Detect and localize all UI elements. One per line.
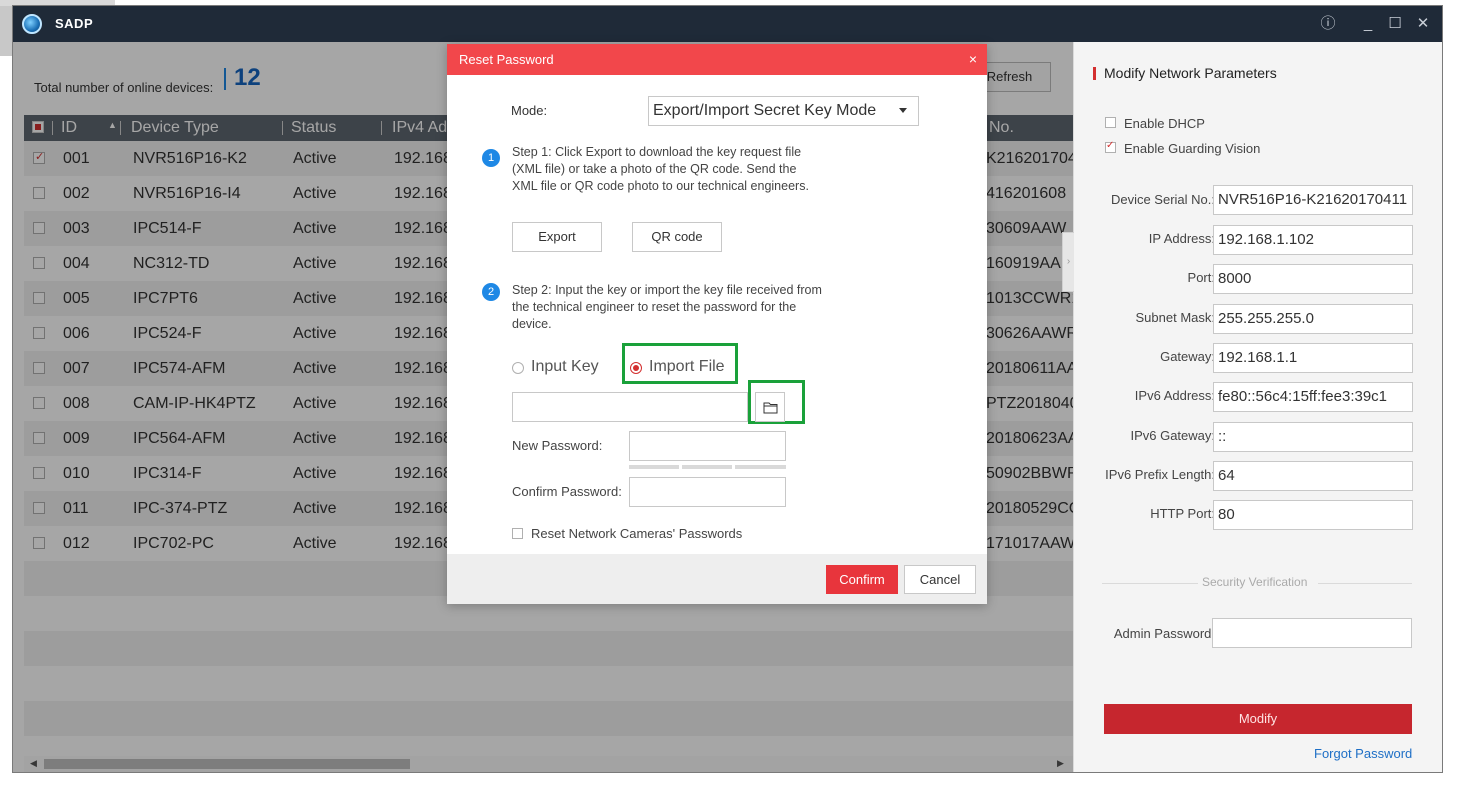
title-bar: SADP ⓘ _ ☐ ✕ xyxy=(13,6,1442,42)
password-strength-bar xyxy=(735,465,786,469)
field-label: IP Address: xyxy=(1148,231,1215,246)
dhcp-checkbox-box[interactable] xyxy=(1105,117,1116,128)
browse-file-button[interactable] xyxy=(755,392,785,422)
field-label: Gateway: xyxy=(1160,349,1215,364)
folder-icon xyxy=(763,402,778,414)
minimize-icon[interactable]: _ xyxy=(1358,14,1378,34)
guarding-vision-checkbox-box[interactable] xyxy=(1105,140,1116,153)
password-strength-bar xyxy=(682,465,732,469)
dialog-footer: Confirm Cancel xyxy=(447,554,987,604)
ip-address-field[interactable]: 192.168.1.102 xyxy=(1213,225,1413,255)
divider xyxy=(1102,583,1198,584)
admin-password-field[interactable] xyxy=(1212,618,1412,648)
info-icon[interactable]: ⓘ xyxy=(1318,14,1338,34)
http-port-field[interactable]: 80 xyxy=(1213,500,1413,530)
port-field[interactable]: 8000 xyxy=(1213,264,1413,294)
confirm-password-field[interactable] xyxy=(629,477,786,507)
enable-dhcp-label: Enable DHCP xyxy=(1124,116,1205,131)
gateway-field[interactable]: 192.168.1.1 xyxy=(1213,343,1413,373)
dialog-header: Reset Password × xyxy=(447,44,987,75)
desktop-fragment-left xyxy=(0,6,12,56)
reset-cameras-label: Reset Network Cameras' Passwords xyxy=(531,526,743,541)
confirm-password-label: Confirm Password: xyxy=(512,484,622,499)
field-label: IPv6 Gateway: xyxy=(1130,428,1215,443)
title-marker xyxy=(1093,67,1096,80)
new-password-field[interactable] xyxy=(629,431,786,461)
subnet-mask-field[interactable]: 255.255.255.0 xyxy=(1213,304,1413,334)
new-password-label: New Password: xyxy=(512,438,603,453)
security-verification-label: Security Verification xyxy=(1202,575,1308,589)
mode-dropdown[interactable]: Export/Import Secret Key Mode xyxy=(648,96,919,126)
cancel-button[interactable]: Cancel xyxy=(904,565,976,594)
enable-guarding-vision-label: Enable Guarding Vision xyxy=(1124,141,1261,156)
maximize-icon[interactable]: ☐ xyxy=(1385,14,1405,34)
mode-dropdown-value: Export/Import Secret Key Mode xyxy=(653,102,877,119)
input-key-radio-circle[interactable] xyxy=(512,362,524,374)
reset-password-dialog: Reset Password × Mode: Export/Import Sec… xyxy=(447,44,987,604)
import-file-label: Import File xyxy=(649,358,725,375)
field-label: Subnet Mask: xyxy=(1135,310,1216,325)
confirm-button[interactable]: Confirm xyxy=(826,565,898,594)
field-label: Device Serial No.: xyxy=(1110,192,1215,207)
ipv6-address-field[interactable]: fe80::56c4:15ff:fee3:39c1 xyxy=(1213,382,1413,412)
app-title: SADP xyxy=(55,16,94,31)
password-strength-bar xyxy=(629,465,679,469)
export-button[interactable]: Export xyxy=(512,222,602,252)
qr-code-button[interactable]: QR code xyxy=(632,222,722,252)
mode-label: Mode: xyxy=(511,103,548,118)
input-key-label: Input Key xyxy=(531,358,599,375)
step-2-badge: 2 xyxy=(482,283,500,301)
field-label: IPv6 Address: xyxy=(1134,388,1215,403)
field-label: Port: xyxy=(1187,270,1215,285)
dialog-title: Reset Password xyxy=(459,52,554,67)
ipv6-prefix-length-field[interactable]: 64 xyxy=(1213,461,1413,491)
import-file-radio-circle[interactable] xyxy=(630,362,642,374)
sadp-logo-icon xyxy=(22,14,42,34)
step-2-text: Step 2: Input the key or import the key … xyxy=(512,283,822,331)
close-icon[interactable]: ✕ xyxy=(1413,14,1433,34)
admin-password-label: Admin Password: xyxy=(1113,626,1215,641)
chevron-down-icon xyxy=(899,108,907,113)
step-1-badge: 1 xyxy=(482,149,500,167)
reset-cameras-checkbox[interactable] xyxy=(512,528,523,539)
field-label: HTTP Port: xyxy=(1150,506,1215,521)
dialog-close-icon[interactable]: × xyxy=(969,51,977,67)
step-1-text: Step 1: Click Export to download the key… xyxy=(512,145,809,193)
divider xyxy=(1318,583,1412,584)
panel-collapse-handle[interactable]: › xyxy=(1062,232,1074,292)
field-label: IPv6 Prefix Length: xyxy=(1105,467,1215,482)
network-parameters-panel: › Modify Network Parameters Enable DHCP … xyxy=(1062,42,1442,772)
forgot-password-link[interactable]: Forgot Password xyxy=(1314,746,1412,761)
panel-title: Modify Network Parameters xyxy=(1104,65,1277,81)
device-serial-field[interactable]: NVR516P16-K21620170411 xyxy=(1213,185,1413,215)
key-file-path-input[interactable] xyxy=(512,392,748,422)
ipv6-gateway-field[interactable]: :: xyxy=(1213,422,1413,452)
modify-button[interactable]: Modify xyxy=(1104,704,1412,734)
